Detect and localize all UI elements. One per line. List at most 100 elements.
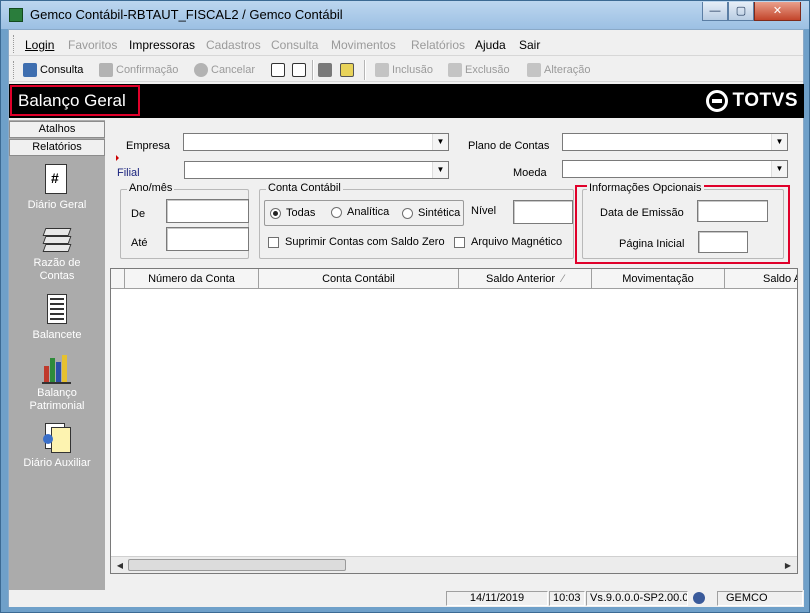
cancelar-button[interactable]: Cancelar [194, 61, 255, 79]
print-button[interactable] [318, 61, 335, 79]
print-preview-icon [340, 63, 354, 77]
logo-text: TOTVS [732, 90, 798, 111]
menu-movimentos[interactable]: Movimentos [331, 38, 396, 52]
new-document-icon [271, 63, 285, 77]
bar-chart-icon [41, 352, 73, 384]
menu-cadastros[interactable]: Cadastros [206, 38, 261, 52]
anomes-caption: Ano/mês [127, 182, 175, 194]
ledger-icon: # [41, 164, 73, 196]
sidebar-tab-relatorios[interactable]: Relatórios [9, 139, 105, 156]
edit-record-icon [527, 63, 541, 77]
sidebar-item-diario-auxiliar[interactable]: Diário Auxiliar [9, 422, 105, 470]
menu-bar: Login Favoritos Impressoras Cadastros Co… [9, 32, 803, 56]
row-selector-header[interactable] [111, 269, 125, 289]
conta-contabil-group: Conta Contábil Todas Analítica Sintética… [259, 182, 574, 259]
menu-impressoras[interactable]: Impressoras [129, 38, 195, 52]
inclusao-label: Inclusão [392, 64, 433, 76]
totvs-logo-icon [705, 90, 728, 112]
toolbar-grip[interactable] [13, 61, 16, 79]
maximize-button[interactable]: ▢ [728, 2, 754, 21]
alteracao-label: Alteração [544, 64, 591, 76]
checkbox-box [454, 236, 465, 248]
chevron-down-icon[interactable]: ▼ [771, 134, 787, 150]
user-icon [690, 591, 716, 606]
sidebar-item-label: Diário Geral [27, 199, 87, 211]
ate-input[interactable] [166, 227, 249, 251]
minimize-button[interactable]: — [702, 2, 728, 21]
new-document-button[interactable] [271, 61, 288, 79]
data-emissao-label: Data de Emissão [600, 207, 684, 219]
chevron-down-icon[interactable]: ▼ [432, 134, 448, 150]
scroll-left-icon[interactable]: ◀ [113, 559, 127, 572]
window-title: Gemco Contábil-RBTAUT_FISCAL2 / Gemco Co… [30, 7, 343, 22]
accounts-table[interactable]: Número da Conta Conta Contábil Saldo Ant… [110, 268, 798, 574]
arquivo-label: Arquivo Magnético [471, 236, 563, 248]
sidebar-item-balancete[interactable]: Balancete [9, 294, 105, 342]
menu-login[interactable]: Login [25, 38, 54, 52]
sidebar-item-balanco-patrimonial[interactable]: Balanço Patrimonial [9, 352, 105, 413]
sidebar-item-diario-geral[interactable]: # Diário Geral [9, 164, 105, 212]
search-icon [23, 63, 37, 77]
pagina-inicial-input[interactable] [698, 231, 748, 253]
title-bar[interactable]: Gemco Contábil-RBTAUT_FISCAL2 / Gemco Co… [1, 1, 809, 29]
radio-analitica[interactable]: Analítica [331, 206, 389, 218]
cancelar-label: Cancelar [211, 64, 256, 76]
status-bar: 14/11/2019 10:03 Vs.9.0.0.0-SP2.00.0 GEM… [9, 590, 804, 607]
menu-ajuda[interactable]: Ajuda [475, 38, 506, 52]
sidebar-item-razao[interactable]: Razão de Contas [9, 222, 105, 283]
menu-sair[interactable]: Sair [519, 38, 540, 52]
confirmacao-button[interactable]: Confirmação [99, 61, 178, 79]
menu-grip[interactable] [13, 35, 16, 53]
app-window: Gemco Contábil-RBTAUT_FISCAL2 / Gemco Co… [0, 0, 810, 613]
chevron-down-icon[interactable]: ▼ [432, 162, 448, 178]
sidebar: Atalhos Relatórios # Diário Geral Razão … [9, 120, 105, 590]
de-input[interactable] [166, 199, 249, 223]
col-movimentacao[interactable]: Movimentação [592, 269, 725, 289]
consulta-button[interactable]: Consulta [23, 61, 83, 79]
close-button[interactable]: ✕ [754, 2, 801, 21]
info-opcionais-group: Informações Opcionais Data de Emissão Pá… [582, 182, 784, 259]
col-numero-conta[interactable]: Número da Conta [125, 269, 259, 289]
radio-sintetica[interactable]: Sintética [402, 207, 460, 219]
moeda-select[interactable]: ▼ [562, 160, 788, 178]
sidebar-item-label: Balancete [32, 329, 82, 341]
menu-relatorios[interactable]: Relatórios [411, 38, 465, 52]
documents-icon [41, 422, 73, 454]
cancel-icon [194, 63, 208, 77]
filial-label: Filial [117, 167, 140, 179]
totvs-logo: TOTVS [705, 90, 799, 112]
sidebar-tab-atalhos[interactable]: Atalhos [9, 121, 105, 138]
suprimir-zero-checkbox[interactable]: Suprimir Contas com Saldo Zero [268, 236, 445, 248]
radio-todas[interactable]: Todas [270, 207, 315, 219]
toolbar-separator [312, 60, 314, 80]
open-icon [292, 63, 306, 77]
sidebar-item-label: Diário Auxiliar [23, 457, 91, 469]
col-conta-contabil[interactable]: Conta Contábil [259, 269, 459, 289]
anomes-group: Ano/mês De Até [120, 182, 249, 259]
data-emissao-input[interactable] [697, 200, 768, 222]
col-saldo-anterior[interactable]: Saldo Anterior ⁄ [459, 269, 592, 289]
pagina-inicial-label: Página Inicial [619, 238, 685, 250]
horizontal-scrollbar[interactable]: ◀ ▶ [111, 556, 797, 573]
moeda-label: Moeda [513, 167, 547, 179]
inclusao-button[interactable]: Inclusão [375, 61, 433, 79]
col-saldo-atual[interactable]: Saldo A [725, 269, 797, 289]
arquivo-magnetico-checkbox[interactable]: Arquivo Magnético [454, 236, 562, 248]
menu-favoritos[interactable]: Favoritos [68, 38, 117, 52]
toolbar: Consulta Confirmação Cancelar Inclusão E… [9, 57, 803, 82]
plano-de-contas-select[interactable]: ▼ [562, 133, 788, 151]
filial-select[interactable]: ▼ [184, 161, 449, 179]
printer-icon [318, 63, 332, 77]
menu-consulta[interactable]: Consulta [271, 38, 318, 52]
scroll-right-icon[interactable]: ▶ [781, 559, 795, 572]
preview-button[interactable] [340, 61, 357, 79]
open-button[interactable] [292, 61, 309, 79]
exclusao-button[interactable]: Exclusão [448, 61, 510, 79]
scroll-thumb[interactable] [128, 559, 346, 571]
alteracao-button[interactable]: Alteração [527, 61, 590, 79]
required-marker [116, 155, 119, 161]
nivel-input[interactable] [513, 200, 573, 224]
empresa-select[interactable]: ▼ [183, 133, 449, 151]
chevron-down-icon[interactable]: ▼ [771, 161, 787, 177]
table-header: Número da Conta Conta Contábil Saldo Ant… [111, 269, 797, 289]
